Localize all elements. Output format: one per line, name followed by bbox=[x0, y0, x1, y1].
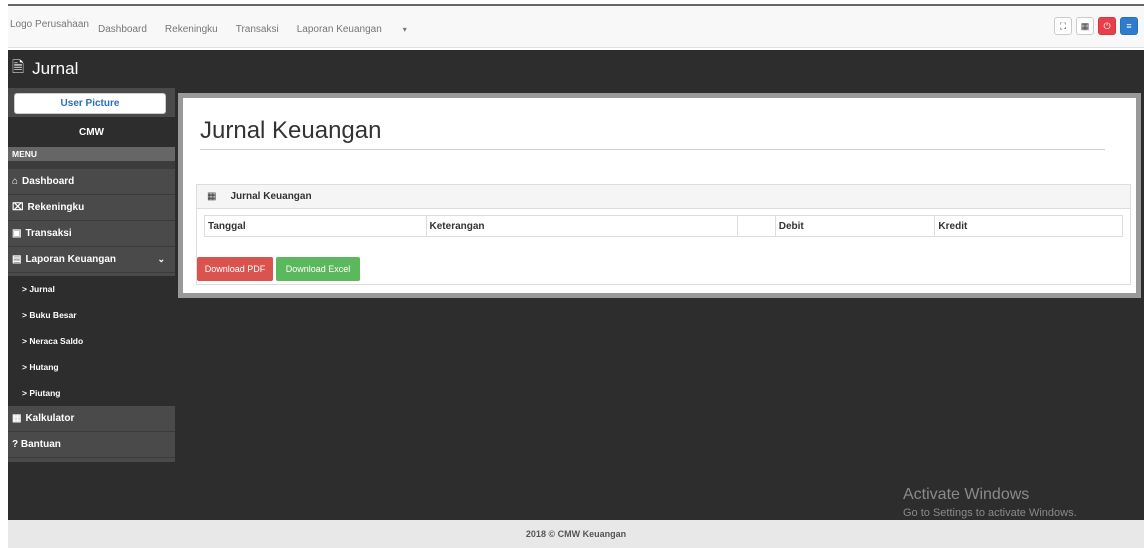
activation-watermark-subtitle: Go to Settings to activate Windows. bbox=[903, 507, 1077, 519]
column-header-debit[interactable]: Debit bbox=[776, 216, 936, 236]
nav-link-dashboard[interactable]: Dashboard bbox=[98, 24, 155, 35]
sidebar-item-dashboard[interactable]: ⌂ Dashboard bbox=[8, 169, 175, 195]
toolbar-buttons: ⛶ ▦ ⏻ ≡ bbox=[1054, 17, 1138, 35]
content-panel-frame: Jurnal Keuangan ▦ Jurnal Keuangan Tangga… bbox=[178, 93, 1141, 298]
activation-watermark-title: Activate Windows bbox=[903, 486, 1030, 503]
sidebar-item-label: ? Bantuan bbox=[12, 439, 61, 450]
calculator-icon: ▦ bbox=[12, 413, 22, 424]
top-navbar: Logo Perusahaan Dashboard Rekeningku Tra… bbox=[8, 4, 1144, 48]
menu-toggle-button[interactable]: ≡ bbox=[1120, 17, 1138, 35]
sidebar: User Picture CMW MENU ⌂ Dashboard ⌧ Reke… bbox=[8, 88, 175, 462]
page-header-bar: 🗎 Jurnal bbox=[8, 50, 1144, 88]
sidebar-item-kalkulator[interactable]: ▦ Kalkulator bbox=[8, 406, 175, 432]
sidebar-subitem-buku-besar[interactable]: > Buku Besar bbox=[8, 302, 175, 328]
column-header-empty bbox=[738, 216, 776, 236]
sidebar-subitem-neraca-saldo[interactable]: > Neraca Saldo bbox=[8, 328, 175, 354]
journal-box-header: ▦ Jurnal Keuangan bbox=[197, 185, 1130, 209]
menu-header: MENU bbox=[8, 147, 175, 161]
chevron-down-icon: ⌄ bbox=[157, 254, 165, 264]
sidebar-item-transaksi[interactable]: ▣ Transaksi bbox=[8, 221, 175, 247]
sidebar-item-bantuan[interactable]: ? Bantuan bbox=[8, 432, 175, 458]
file-icon: ▤ bbox=[12, 254, 22, 265]
sidebar-item-label: Laporan Keuangan bbox=[25, 254, 117, 265]
sidebar-item-label: Kalkulator bbox=[25, 413, 75, 424]
sidebar-item-label: Transaksi bbox=[25, 228, 72, 239]
sidebar-item-laporan-keuangan[interactable]: ▤ Laporan Keuangan ⌄ bbox=[8, 247, 175, 273]
fullscreen-button[interactable]: ⛶ bbox=[1054, 17, 1072, 35]
brand-logo[interactable]: Logo Perusahaan bbox=[10, 19, 89, 30]
page-title: Jurnal Keuangan bbox=[200, 117, 382, 144]
footer: 2018 © CMW Keuangan bbox=[8, 520, 1144, 548]
menu-icon: ≡ bbox=[1126, 21, 1132, 31]
power-icon: ⏻ bbox=[1103, 20, 1111, 31]
journal-box-title: Jurnal Keuangan bbox=[230, 191, 312, 202]
column-header-kredit[interactable]: Kredit bbox=[935, 216, 1122, 236]
calculator-icon: ▦ bbox=[1080, 20, 1090, 31]
document-icon: 🗎 bbox=[12, 58, 25, 76]
user-picture: User Picture bbox=[14, 93, 166, 114]
sidebar-item-rekeningku[interactable]: ⌧ Rekeningku bbox=[8, 195, 175, 221]
nav-link-transaksi[interactable]: Transaksi bbox=[236, 24, 287, 35]
sidebar-subitem-hutang[interactable]: > Hutang bbox=[8, 354, 175, 380]
nav-links: Dashboard Rekeningku Transaksi Laporan K… bbox=[98, 24, 425, 35]
money-icon: ▣ bbox=[12, 228, 22, 239]
bank-icon: ⌧ bbox=[12, 202, 24, 213]
caret-down-icon: ▾ bbox=[402, 25, 407, 34]
sidebar-item-label: Dashboard bbox=[22, 176, 75, 187]
sidebar-item-label: Rekeningku bbox=[27, 202, 85, 213]
logout-button[interactable]: ⏻ bbox=[1098, 17, 1116, 35]
content-panel: Jurnal Keuangan ▦ Jurnal Keuangan Tangga… bbox=[183, 98, 1136, 293]
download-excel-button[interactable]: Download Excel bbox=[276, 257, 360, 281]
title-divider bbox=[200, 149, 1105, 150]
sidebar-subitem-jurnal[interactable]: > Jurnal bbox=[8, 276, 175, 302]
column-header-keterangan[interactable]: Keterangan bbox=[427, 216, 738, 236]
sidebar-subitem-piutang[interactable]: > Piutang bbox=[8, 380, 175, 406]
nav-link-laporan-keuangan[interactable]: Laporan Keuangan ▾ bbox=[297, 24, 415, 35]
expand-icon: ⛶ bbox=[1059, 20, 1067, 31]
journal-table: Tanggal Keterangan Debit Kredit bbox=[204, 215, 1123, 237]
menu-divider bbox=[8, 161, 175, 169]
header-title: Jurnal bbox=[32, 59, 79, 78]
journal-box: ▦ Jurnal Keuangan Tanggal Keterangan Deb… bbox=[196, 184, 1131, 285]
calculator-button[interactable]: ▦ bbox=[1076, 17, 1094, 35]
nav-link-rekeningku[interactable]: Rekeningku bbox=[165, 24, 226, 35]
table-icon: ▦ bbox=[207, 191, 217, 202]
download-pdf-button[interactable]: Download PDF bbox=[197, 257, 273, 281]
home-icon: ⌂ bbox=[12, 176, 19, 187]
nav-link-laporan-label: Laporan Keuangan bbox=[296, 24, 382, 35]
column-header-tanggal[interactable]: Tanggal bbox=[205, 216, 427, 236]
user-name: CMW bbox=[8, 117, 175, 147]
